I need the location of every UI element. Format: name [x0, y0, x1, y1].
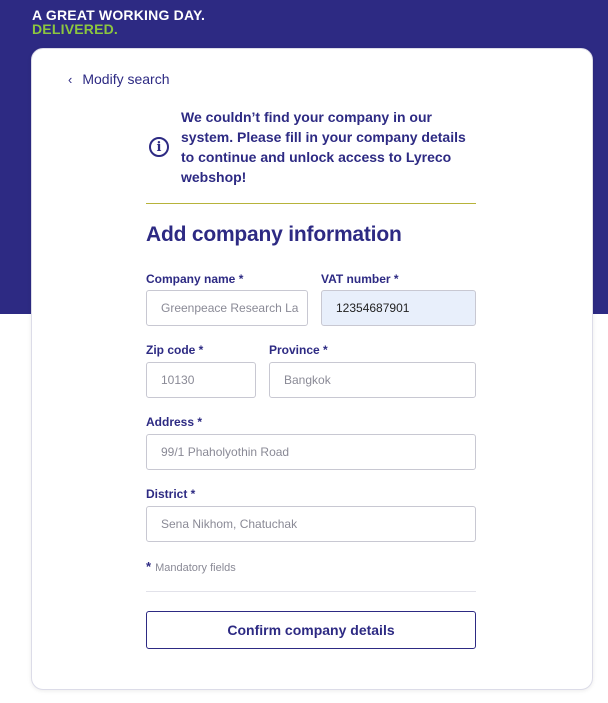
tagline-line2: DELIVERED. — [32, 21, 119, 37]
company-name-label: Company name * — [146, 272, 244, 286]
notice-divider — [146, 203, 476, 204]
company-name-input[interactable]: Greenpeace Research La — [146, 290, 308, 326]
address-label: Address * — [146, 415, 203, 429]
tagline-line1: A GREAT WORKING DAY. — [32, 7, 206, 23]
notice-text: We couldn’t find your company in our sys… — [181, 109, 466, 185]
chevron-left-icon: ‹ — [68, 71, 73, 87]
brand-tagline: A GREAT WORKING DAY. DELIVERED. — [32, 8, 205, 36]
confirm-company-button[interactable]: Confirm company details — [146, 611, 476, 649]
vat-number-label: VAT number * — [321, 272, 399, 286]
mandatory-text: Mandatory fields — [155, 562, 236, 574]
info-icon: i — [149, 137, 169, 157]
district-label: District * — [146, 487, 196, 501]
province-input[interactable]: Bangkok — [269, 362, 476, 398]
form-divider — [146, 591, 476, 592]
province-label: Province * — [269, 343, 328, 357]
modify-search-link[interactable]: ‹ Modify search — [68, 71, 170, 87]
company-form-card: ‹ Modify search i We couldn’t find your … — [31, 48, 593, 690]
section-title: Add company information — [146, 223, 402, 246]
district-input[interactable]: Sena Nikhom, Chatuchak — [146, 506, 476, 542]
modify-search-label: Modify search — [82, 71, 170, 87]
mandatory-star: * — [146, 559, 152, 574]
vat-number-input[interactable]: 12354687901 — [321, 290, 476, 326]
zip-code-input[interactable]: 10130 — [146, 362, 256, 398]
address-input[interactable]: 99/1 Phaholyothin Road — [146, 434, 476, 470]
mandatory-note: * Mandatory fields — [146, 559, 236, 574]
zip-code-label: Zip code * — [146, 343, 204, 357]
